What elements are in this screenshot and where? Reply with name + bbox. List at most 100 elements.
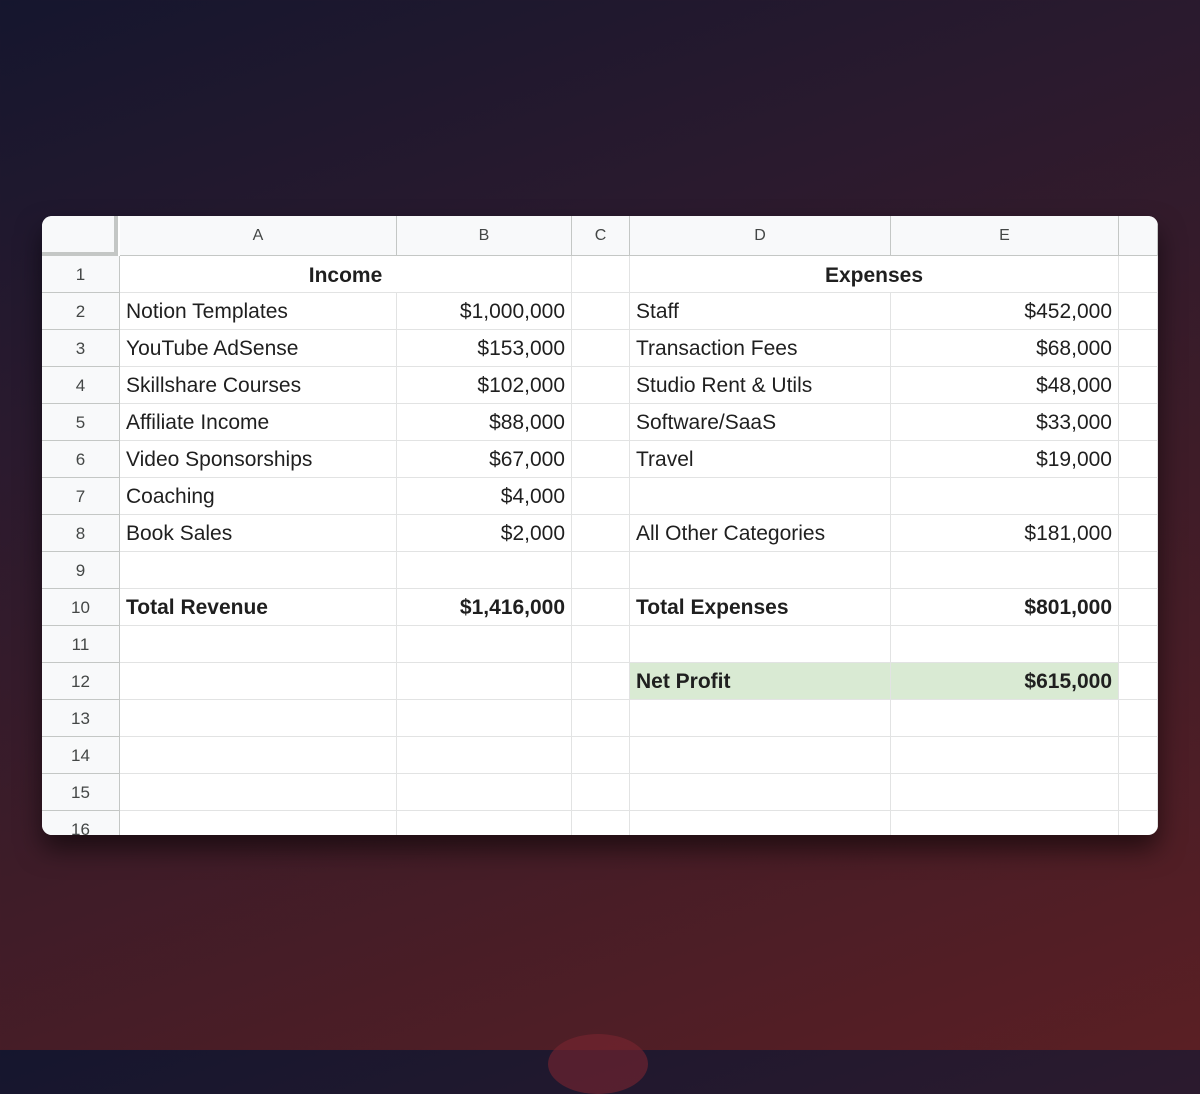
row-header-5[interactable]: 5 — [42, 404, 120, 441]
row-header-1[interactable]: 1 — [42, 256, 120, 293]
expense-value-cell[interactable]: $452,000 — [891, 293, 1119, 330]
net-profit-label[interactable]: Net Profit — [630, 663, 891, 700]
grid-cell[interactable] — [1119, 256, 1158, 293]
grid-cell[interactable] — [397, 774, 572, 811]
grid-cell[interactable] — [891, 811, 1119, 835]
grid-cell[interactable] — [572, 293, 630, 330]
row-header-2[interactable]: 2 — [42, 293, 120, 330]
grid-cell[interactable] — [1119, 774, 1158, 811]
grid-cell[interactable] — [120, 737, 397, 774]
grid-cell[interactable] — [1119, 700, 1158, 737]
expense-label-cell[interactable]: All Other Categories — [630, 515, 891, 552]
grid-cell[interactable] — [630, 700, 891, 737]
expense-value-cell[interactable]: $181,000 — [891, 515, 1119, 552]
grid-cell[interactable] — [1119, 367, 1158, 404]
income-label-cell[interactable]: Coaching — [120, 478, 397, 515]
income-value-cell[interactable]: $102,000 — [397, 367, 572, 404]
grid-cell[interactable] — [120, 552, 397, 589]
income-label-cell[interactable]: Skillshare Courses — [120, 367, 397, 404]
grid-cell[interactable] — [572, 552, 630, 589]
row-header-12[interactable]: 12 — [42, 663, 120, 700]
income-label-cell[interactable]: Affiliate Income — [120, 404, 397, 441]
grid-cell[interactable] — [572, 811, 630, 835]
expense-label-cell[interactable]: Travel — [630, 441, 891, 478]
row-header-3[interactable]: 3 — [42, 330, 120, 367]
column-header-a[interactable]: A — [120, 216, 397, 256]
grid-cell[interactable] — [397, 626, 572, 663]
grid-cell[interactable] — [1119, 552, 1158, 589]
grid-cell[interactable] — [630, 811, 891, 835]
grid-cell[interactable] — [891, 626, 1119, 663]
grid-cell[interactable] — [397, 700, 572, 737]
grid-cell[interactable] — [120, 700, 397, 737]
income-value-cell[interactable]: $2,000 — [397, 515, 572, 552]
grid-cell[interactable] — [572, 737, 630, 774]
grid-cell[interactable] — [572, 404, 630, 441]
grid-cell[interactable] — [630, 626, 891, 663]
row-header-14[interactable]: 14 — [42, 737, 120, 774]
grid-cell[interactable] — [1119, 478, 1158, 515]
column-header-e[interactable]: E — [891, 216, 1119, 256]
expense-label-cell[interactable]: Software/SaaS — [630, 404, 891, 441]
grid-cell[interactable] — [1119, 293, 1158, 330]
income-value-cell[interactable]: $88,000 — [397, 404, 572, 441]
grid-cell[interactable] — [572, 515, 630, 552]
grid-cell[interactable] — [397, 552, 572, 589]
grid-cell[interactable] — [572, 626, 630, 663]
grid-cell[interactable] — [1119, 626, 1158, 663]
grid-cell[interactable] — [1119, 589, 1158, 626]
expense-label-cell[interactable]: Staff — [630, 293, 891, 330]
row-header-13[interactable]: 13 — [42, 700, 120, 737]
column-header-d[interactable]: D — [630, 216, 891, 256]
expenses-header-cell[interactable]: Expenses — [630, 256, 1119, 293]
row-header-10[interactable]: 10 — [42, 589, 120, 626]
grid-cell[interactable] — [120, 811, 397, 835]
income-label-cell[interactable]: Notion Templates — [120, 293, 397, 330]
grid-cell[interactable] — [891, 552, 1119, 589]
net-profit-value[interactable]: $615,000 — [891, 663, 1119, 700]
column-header-b[interactable]: B — [397, 216, 572, 256]
grid-cell[interactable] — [1119, 330, 1158, 367]
total-expenses-label[interactable]: Total Expenses — [630, 589, 891, 626]
total-revenue-label[interactable]: Total Revenue — [120, 589, 397, 626]
row-header-4[interactable]: 4 — [42, 367, 120, 404]
column-header-c[interactable]: C — [572, 216, 630, 256]
select-all-corner[interactable] — [42, 216, 118, 256]
row-header-11[interactable]: 11 — [42, 626, 120, 663]
grid-cell[interactable] — [120, 626, 397, 663]
total-revenue-value[interactable]: $1,416,000 — [397, 589, 572, 626]
row-header-7[interactable]: 7 — [42, 478, 120, 515]
income-value-cell[interactable]: $153,000 — [397, 330, 572, 367]
grid-cell[interactable] — [120, 663, 397, 700]
grid-cell[interactable] — [397, 663, 572, 700]
grid-cell[interactable] — [572, 700, 630, 737]
grid-cell[interactable] — [572, 330, 630, 367]
grid-cell[interactable] — [120, 774, 397, 811]
grid-cell[interactable] — [630, 737, 891, 774]
grid-cell[interactable] — [1119, 441, 1158, 478]
expense-label-cell[interactable]: Studio Rent & Utils — [630, 367, 891, 404]
grid-cell[interactable] — [572, 663, 630, 700]
grid-cell[interactable] — [1119, 404, 1158, 441]
income-label-cell[interactable]: Book Sales — [120, 515, 397, 552]
total-expenses-value[interactable]: $801,000 — [891, 589, 1119, 626]
row-header-9[interactable]: 9 — [42, 552, 120, 589]
row-header-8[interactable]: 8 — [42, 515, 120, 552]
grid-cell[interactable] — [891, 774, 1119, 811]
income-label-cell[interactable]: YouTube AdSense — [120, 330, 397, 367]
grid-cell[interactable] — [572, 478, 630, 515]
grid-cell[interactable] — [1119, 737, 1158, 774]
grid-cell[interactable] — [397, 737, 572, 774]
expense-value-cell[interactable]: $19,000 — [891, 441, 1119, 478]
grid-cell[interactable] — [891, 478, 1119, 515]
grid-cell[interactable] — [572, 774, 630, 811]
grid-cell[interactable] — [572, 441, 630, 478]
grid-cell[interactable] — [630, 774, 891, 811]
grid-cell[interactable] — [891, 700, 1119, 737]
grid-cell[interactable] — [630, 552, 891, 589]
row-header-6[interactable]: 6 — [42, 441, 120, 478]
expense-value-cell[interactable]: $48,000 — [891, 367, 1119, 404]
grid-cell[interactable] — [572, 367, 630, 404]
expense-value-cell[interactable]: $68,000 — [891, 330, 1119, 367]
row-header-16[interactable]: 16 — [42, 811, 120, 835]
